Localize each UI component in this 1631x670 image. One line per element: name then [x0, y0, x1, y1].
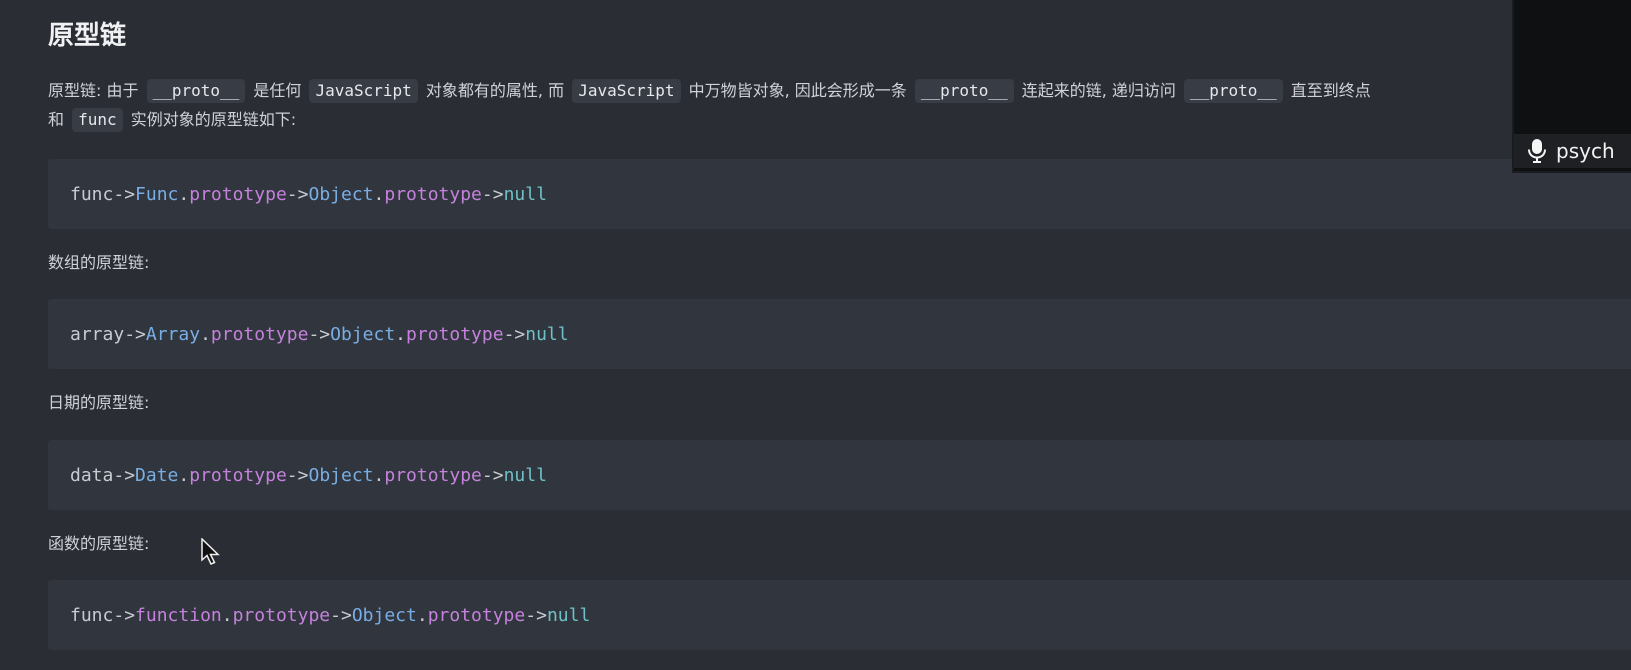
prototype-chain-paragraph-line-2: 和 func 实例对象的原型链如下:: [48, 106, 1631, 134]
code-token-plain: func: [70, 183, 114, 205]
code-token-plain: array: [70, 323, 125, 345]
caption-date-chain: 日期的原型链:: [48, 393, 150, 412]
paragraph-text: 中万物皆对象, 因此会形成一条: [688, 81, 907, 100]
caption-array-chain: 数组的原型链:: [48, 253, 150, 272]
code-token-op: ->: [286, 183, 309, 205]
code-token-class: Object: [351, 604, 417, 626]
code-token-op: ->: [503, 323, 526, 345]
code-block-array-chain: array -> Array. prototype -> Object. proto…: [48, 299, 1631, 369]
code-token-prop: prototype: [210, 323, 309, 345]
code-token-class: Array: [145, 323, 201, 345]
code-token-plain: .: [395, 323, 407, 345]
code-block-date-chain: data -> Date. prototype -> Object. prototy…: [48, 440, 1631, 510]
code-token-op: ->: [113, 183, 136, 205]
code-token-plain: .: [373, 464, 385, 486]
code-token-class: Object: [308, 183, 374, 205]
code-token-plain: .: [178, 464, 190, 486]
caption-function-chain: 函数的原型链:: [48, 534, 150, 553]
code-token-class: Date: [135, 464, 179, 486]
participant-name: psych: [1556, 139, 1615, 163]
code-token-op: ->: [330, 604, 352, 626]
code-block-func-chain: func -> Func. prototype -> Object. prototy…: [48, 159, 1631, 229]
inline-code-proto: __proto__: [1183, 79, 1283, 103]
inline-code-javascript: JavaScript: [572, 79, 681, 103]
code-token-plain: .: [221, 604, 233, 626]
paragraph-text: 实例对象的原型链如下:: [130, 110, 297, 129]
code-token-prop: prototype: [189, 464, 287, 486]
code-token-prop: prototype: [384, 183, 482, 205]
code-token-prop: prototype: [406, 323, 504, 345]
code-token-class: Object: [308, 464, 374, 486]
code-token-plain: func: [70, 604, 114, 626]
code-token-plain: data: [70, 464, 114, 486]
code-token-plain: .: [200, 323, 211, 345]
code-token-prop: prototype: [384, 464, 482, 486]
code-token-op: ->: [113, 604, 136, 626]
paragraph-text: 直至到终点: [1290, 81, 1371, 100]
paragraph-text: 连起来的链, 递归访问: [1021, 81, 1176, 100]
microphone-icon: [1526, 138, 1548, 164]
code-token-null: null: [546, 604, 591, 626]
code-token-class: Func: [135, 183, 179, 205]
code-token-plain: .: [373, 183, 385, 205]
prototype-chain-paragraph-line-1: 原型链: 由于 __proto__ 是任何 JavaScript 对象都有的属性…: [48, 77, 1631, 105]
article-content: 原型链 原型链: 由于 __proto__ 是任何 JavaScript 对象都…: [48, 18, 1631, 134]
mouse-pointer-icon: [200, 537, 222, 566]
code-token-op: ->: [308, 323, 331, 345]
code-token-op: ->: [286, 464, 309, 486]
code-token-op: ->: [525, 604, 547, 626]
code-token-prop: prototype: [232, 604, 331, 626]
code-token-null: null: [525, 323, 569, 345]
code-token-plain: .: [178, 183, 190, 205]
paragraph-text: 对象都有的属性, 而: [425, 81, 565, 100]
code-token-prop: prototype: [427, 604, 526, 626]
code-token-op: ->: [481, 464, 504, 486]
code-token-op: ->: [124, 323, 146, 345]
code-token-null: null: [503, 183, 547, 205]
page-root: 原型链 原型链: 由于 __proto__ 是任何 JavaScript 对象都…: [0, 0, 1631, 670]
inline-code-func: func: [72, 108, 123, 132]
paragraph-text: 原型链: 由于: [48, 81, 139, 100]
paragraph-text: 和: [48, 110, 65, 129]
inline-code-proto: __proto__: [914, 79, 1014, 103]
inline-code-proto: __proto__: [146, 79, 246, 103]
section-title: 原型链: [48, 21, 127, 51]
code-token-op: ->: [481, 183, 504, 205]
paragraph-text: 是任何: [253, 81, 302, 100]
code-token-op: ->: [113, 464, 136, 486]
inline-code-javascript: JavaScript: [309, 79, 418, 103]
code-token-prop: function: [135, 604, 222, 626]
code-token-prop: prototype: [189, 183, 287, 205]
code-block-function-chain: func -> function. prototype -> Object. pro…: [48, 580, 1631, 650]
code-token-null: null: [503, 464, 547, 486]
code-token-plain: .: [416, 604, 428, 626]
video-participant-label: psych: [1514, 134, 1631, 168]
code-token-class: Object: [330, 323, 396, 345]
